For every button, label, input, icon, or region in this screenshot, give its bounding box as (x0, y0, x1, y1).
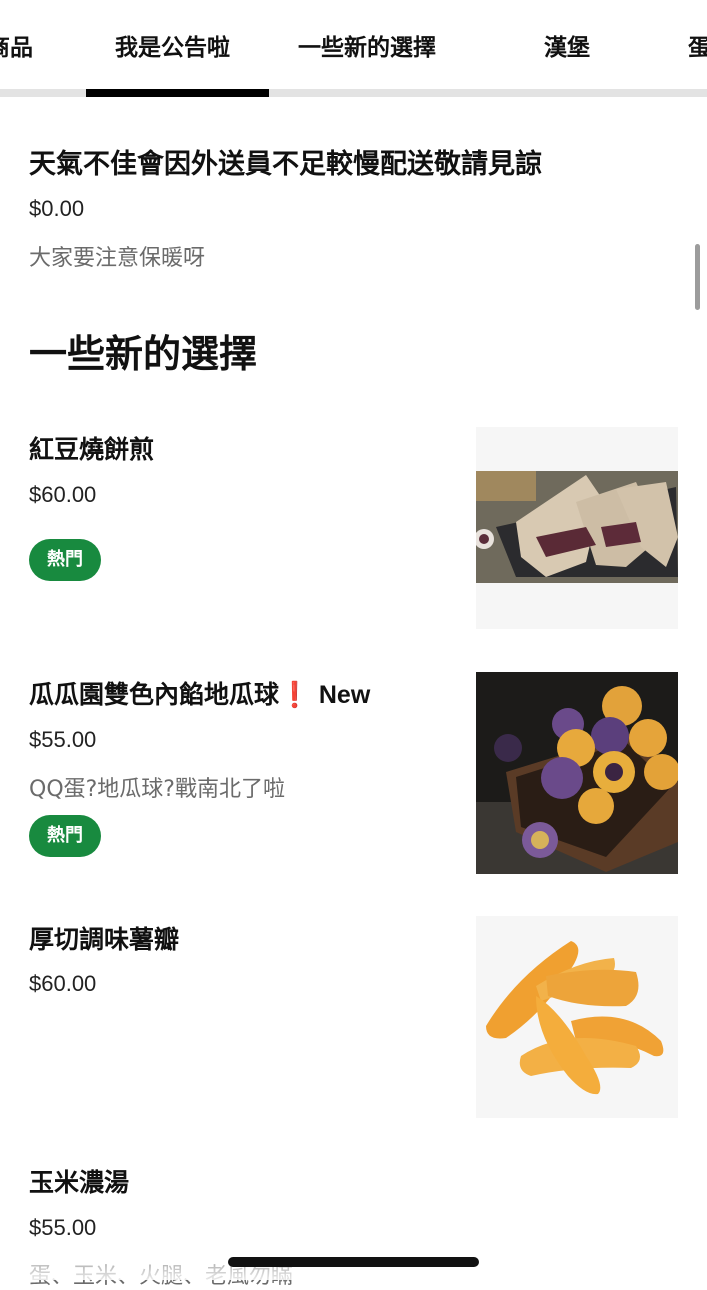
new-tag: New (318, 681, 371, 709)
tab-egg[interactable]: 蛋 (688, 28, 707, 62)
section-title: 一些新的選擇 (29, 332, 258, 376)
item-image (476, 427, 678, 629)
scrollbar[interactable] (695, 244, 700, 310)
announcement-title: 天氣不佳會因外送員不足較慢配送敬請見諒 (29, 149, 542, 180)
tab-new-choices[interactable]: 一些新的選擇 (298, 28, 436, 62)
popular-badge: 熱門 (29, 815, 101, 857)
tab-announcement[interactable]: 我是公告啦 (115, 28, 230, 62)
announcement-price: $0.00 (29, 196, 85, 221)
item-price: $60.00 (29, 971, 97, 996)
item-image (476, 672, 678, 874)
announcement-description: 大家要注意保暖呀 (29, 246, 206, 271)
active-tab-indicator (86, 89, 269, 97)
item-name: 瓜瓜園雙色內餡地瓜球❗ New (29, 675, 370, 711)
item-name-text: 瓜瓜園雙色內餡地瓜球 (29, 680, 280, 709)
item-name: 厚切調味薯瓣 (29, 925, 180, 954)
item-price: $55.00 (29, 727, 97, 752)
item-price: $55.00 (29, 1215, 97, 1240)
item-image (476, 916, 678, 1118)
tab-products[interactable]: 商品 (0, 28, 33, 62)
item-name: 玉米濃湯 (29, 1168, 130, 1197)
category-tab-bar: 商品 我是公告啦 一些新的選擇 漢堡 蛋 (0, 0, 707, 97)
item-name: 紅豆燒餅煎 (29, 435, 155, 464)
item-description: QQ蛋?地瓜球?戰南北了啦 (29, 777, 285, 802)
tab-burger[interactable]: 漢堡 (544, 28, 590, 62)
popular-badge: 熱門 (29, 539, 101, 581)
item-price: $60.00 (29, 482, 97, 507)
exclamation-icon: ❗ (279, 680, 311, 709)
home-indicator[interactable] (228, 1257, 479, 1267)
